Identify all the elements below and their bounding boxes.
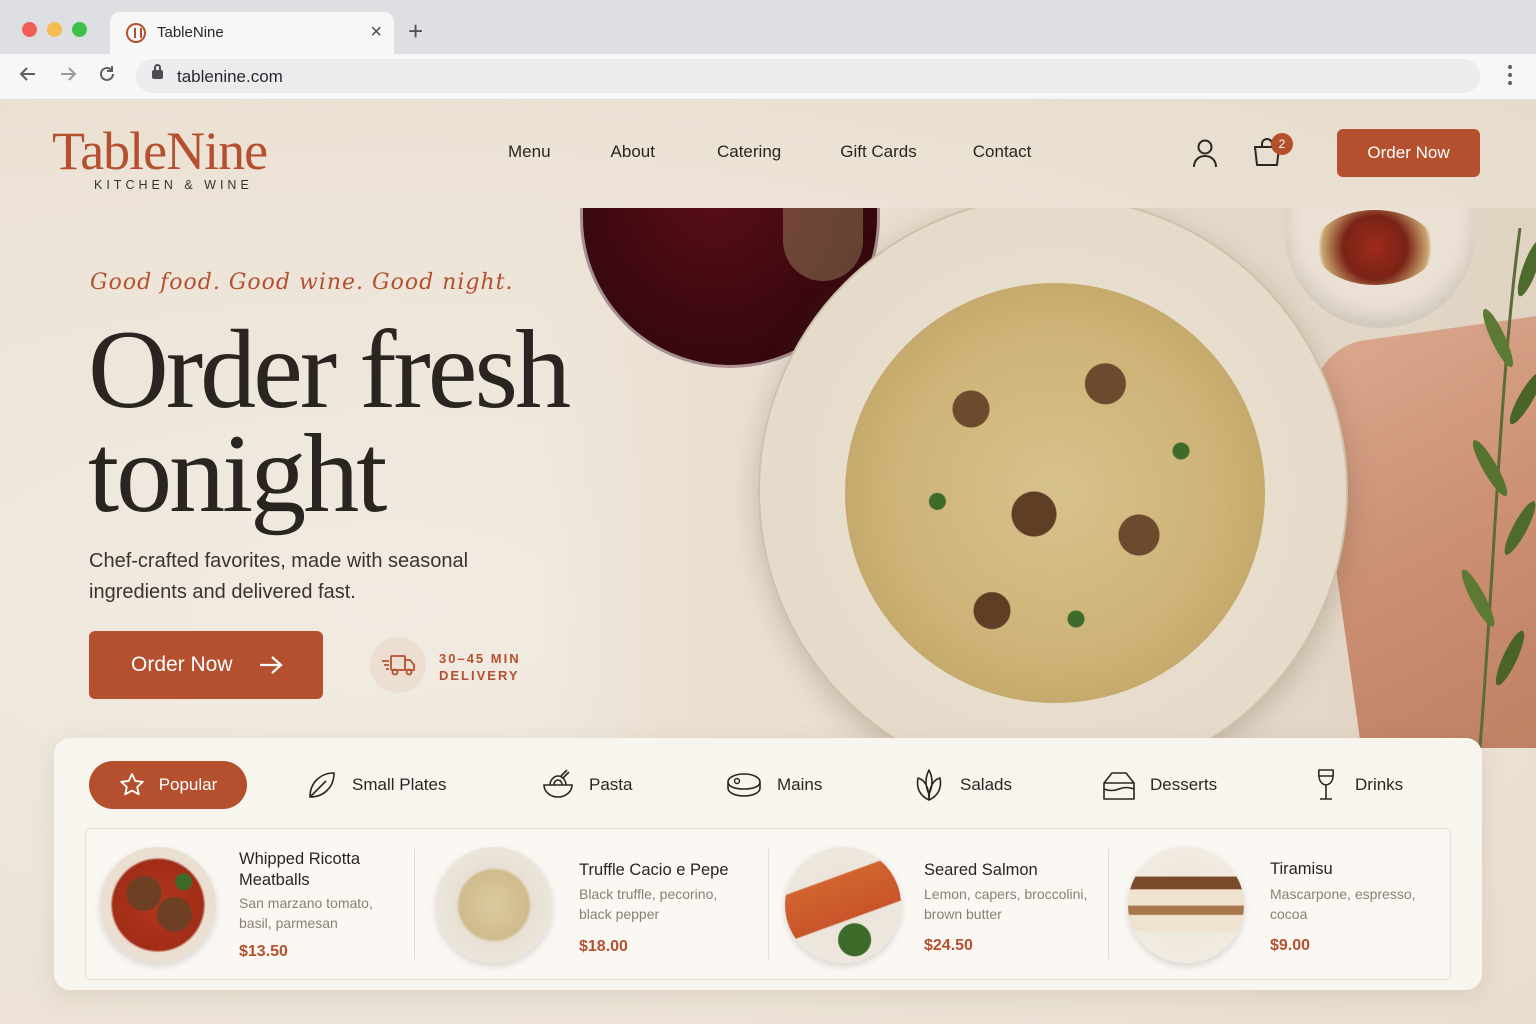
dish-divider [414,849,415,959]
meatballs-image [100,847,216,963]
dish-name: Truffle Cacio e Pepe [579,861,729,879]
hero-order-now-button[interactable]: Order Now [89,631,323,699]
category-popular[interactable]: Popular [89,761,247,809]
arrow-right-icon [260,656,283,674]
category-label: Salads [960,775,1012,794]
dish-description: Black truffle, pecorino, black pepper [579,886,718,922]
reload-icon[interactable] [97,64,117,89]
delivery-time-label: 30–45 MIN DELIVERY [439,650,539,684]
hero-subtext: Chef-crafted favorites, made with season… [89,550,469,603]
delivery-word: DELIVERY [439,668,520,683]
window-controls [22,22,87,37]
hero-order-label: Order Now [131,653,233,676]
delivery-time: 30–45 MIN [439,651,521,666]
dish-name: Tiramisu [1270,860,1333,878]
pasta-bowl-icon [543,769,573,798]
main-nav: Menu About Catering Gift Cards Contact [508,142,1091,162]
category-label: Drinks [1355,775,1404,794]
cake-icon [1103,772,1135,800]
leaf-icon [309,772,335,798]
headline-line-2: tonight [88,412,387,536]
category-label: Small Plates [352,775,447,794]
minimize-window-button[interactable] [47,22,62,37]
browser-tab[interactable]: TableNine × [110,12,394,54]
dish-description: Mascarpone, espresso, cocoa [1270,886,1416,922]
hero-tagline: Good food. Good wine. Good night. [90,270,514,295]
dish-description: San marzano tomato, basil, parmesan [239,895,373,931]
header-order-now-button[interactable]: Order Now [1337,129,1480,177]
browser-menu-icon[interactable] [1508,65,1512,85]
maximize-window-button[interactable] [72,22,87,37]
cart-count-badge: 2 [1271,133,1293,155]
hero-headline: Order fresh tonight [88,308,708,536]
user-account-icon[interactable] [1191,138,1219,168]
nav-item-gift-cards[interactable]: Gift Cards [840,142,917,162]
logo-wordmark: TableNine [52,121,268,181]
category-label: Mains [777,775,823,794]
category-label: Popular [158,775,218,794]
tiramisu-image [1128,847,1244,963]
category-pasta[interactable]: Pasta [541,761,632,809]
tab-title: TableNine [157,24,224,41]
nav-item-about[interactable]: About [611,142,655,162]
browser-tab-bar: TableNine × + [0,0,1536,54]
dish-price: $24.50 [924,937,973,954]
dish-divider [1108,849,1109,959]
headline-line-1: Order fresh [88,308,571,432]
back-arrow-icon[interactable] [18,64,38,89]
delivery-truck-icon [370,637,426,693]
dish-name: Whipped Ricotta Meatballs [239,850,361,889]
cacio-e-pepe-image [436,847,552,963]
dish-price: $9.00 [1270,937,1311,954]
dish-divider [768,849,769,959]
salad-leaves-icon [916,769,942,801]
category-salads[interactable]: Salads [912,761,1012,809]
seared-salmon-image [785,847,901,963]
category-mains[interactable]: Mains [725,761,822,809]
nav-item-catering[interactable]: Catering [717,142,781,162]
forward-arrow-icon[interactable] [58,64,78,89]
nav-item-menu[interactable]: Menu [508,142,551,162]
dish-card[interactable]: Seared Salmon Lemon, capers, broccolini,… [771,829,1107,979]
popular-dishes-list: Whipped Ricotta Meatballs San marzano to… [85,828,1451,980]
category-label: Desserts [1150,775,1218,794]
dish-card[interactable]: Whipped Ricotta Meatballs San marzano to… [86,829,414,979]
category-label: Pasta [589,775,633,794]
star-icon [119,773,144,796]
site-favicon-icon [126,23,146,43]
steak-icon [727,773,761,797]
nav-item-contact[interactable]: Contact [973,142,1032,162]
dish-price: $18.00 [579,938,628,955]
new-tab-button[interactable]: + [408,17,423,45]
olive-branch-image [1461,228,1536,748]
category-drinks[interactable]: Drinks [1311,761,1403,809]
dish-card[interactable]: Tiramisu Mascarpone, espresso, cocoa $9.… [1114,829,1450,979]
category-desserts[interactable]: Desserts [1102,761,1217,809]
menu-panel: Popular Small Plates Pasta Mains Salads … [54,738,1482,990]
pasta-plate-image [758,208,1348,748]
category-small-plates[interactable]: Small Plates [306,761,446,809]
brand-logo[interactable]: TableNine KITCHEN & WINE [52,121,268,192]
tab-close-icon[interactable]: × [370,21,382,43]
dish-description: Lemon, capers, broccolini, brown butter [924,886,1088,922]
dish-card[interactable]: Truffle Cacio e Pepe Black truffle, peco… [422,829,767,979]
close-window-button[interactable] [22,22,37,37]
webpage: TableNine KITCHEN & WINE Menu About Cate… [0,100,1536,1024]
lock-icon [152,64,163,79]
address-bar: tablenine.com [0,54,1536,100]
wine-glass-icon [1317,769,1335,800]
dish-name: Seared Salmon [924,861,1038,879]
dish-price: $13.50 [239,943,288,960]
url-field[interactable]: tablenine.com [136,59,1480,93]
url-text: tablenine.com [177,67,283,86]
